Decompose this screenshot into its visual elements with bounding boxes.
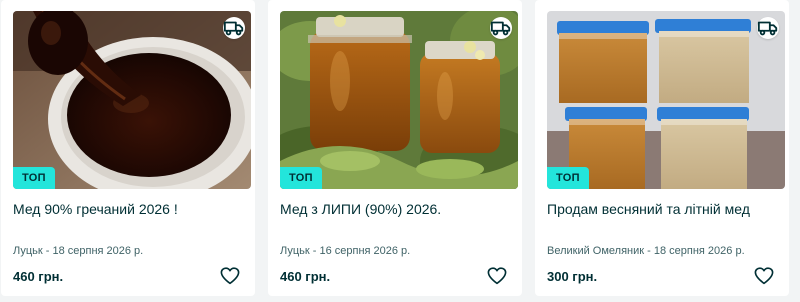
listing-footer: 300 грн.	[547, 264, 775, 288]
favorite-button[interactable]	[753, 265, 775, 287]
listing-photo[interactable]: ТОП	[280, 11, 518, 189]
listing-footer: 460 грн.	[280, 264, 508, 288]
listing-grid: ТОП Мед 90% гречаний 2026 ! Луцьк - 18 с…	[0, 0, 800, 302]
listing-card[interactable]: ТОП Мед 90% гречаний 2026 ! Луцьк - 18 с…	[1, 0, 255, 296]
listing-title[interactable]: Продам весняний та літній мед	[547, 200, 777, 236]
listing-photo[interactable]: ТОП	[13, 11, 251, 189]
listing-location-date: Луцьк - 16 серпня 2026 р.	[280, 245, 411, 257]
top-badge: ТОП	[547, 167, 589, 189]
listing-location-date: Луцьк - 18 серпня 2026 р.	[13, 245, 144, 257]
buckwheat-honey-photo	[13, 11, 251, 189]
heart-icon	[487, 267, 507, 285]
delivery-badge	[757, 17, 779, 39]
honey-tubs-photo	[547, 11, 785, 189]
listing-photo[interactable]: ТОП	[547, 11, 785, 189]
listing-price: 460 грн.	[13, 268, 64, 284]
listing-title[interactable]: Мед з ЛИПИ (90%) 2026.	[280, 200, 510, 236]
delivery-badge	[490, 17, 512, 39]
listing-price: 460 грн.	[280, 268, 331, 284]
top-badge: ТОП	[13, 167, 55, 189]
favorite-button[interactable]	[219, 265, 241, 287]
heart-icon	[220, 267, 240, 285]
listing-card[interactable]: ТОП Мед з ЛИПИ (90%) 2026. Луцьк - 16 се…	[268, 0, 522, 296]
truck-icon	[490, 21, 511, 36]
listing-card[interactable]: ТОП Продам весняний та літній мед Велики…	[535, 0, 789, 296]
linden-honey-photo	[280, 11, 518, 189]
heart-icon	[754, 267, 774, 285]
listing-footer: 460 грн.	[13, 264, 241, 288]
delivery-badge	[223, 17, 245, 39]
truck-icon	[757, 21, 778, 36]
favorite-button[interactable]	[486, 265, 508, 287]
listing-title[interactable]: Мед 90% гречаний 2026 !	[13, 200, 243, 236]
listing-price: 300 грн.	[547, 268, 598, 284]
listing-location-date: Великий Омеляник - 18 серпня 2026 р.	[547, 245, 745, 257]
top-badge: ТОП	[280, 167, 322, 189]
truck-icon	[223, 21, 244, 36]
